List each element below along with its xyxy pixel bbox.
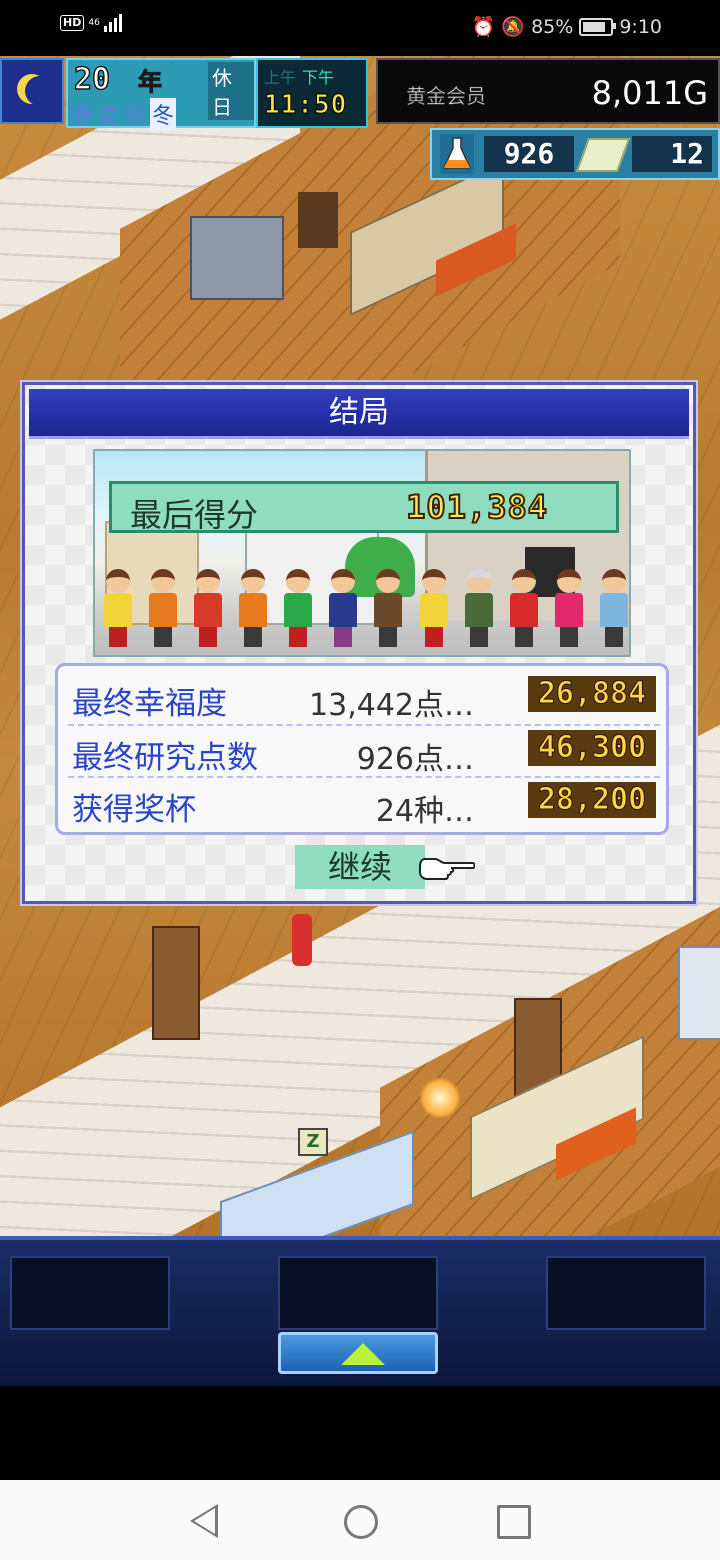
menu-slot-left[interactable] (10, 1256, 170, 1330)
calendar-panel: 20 年 休日 春 夏 秋 冬 (66, 58, 256, 130)
character (597, 569, 629, 649)
final-score-box: 最后得分 101,384 (109, 481, 619, 534)
signal-icon (103, 14, 122, 32)
stat-points: 46,300 (528, 730, 656, 766)
membership-label: 黄金会员 (406, 84, 487, 109)
character (417, 569, 451, 649)
money-amount: 8,011G (591, 74, 708, 112)
stat-value: 13,442点… (309, 688, 474, 723)
year-number: 20 (73, 61, 111, 98)
character (326, 569, 360, 649)
fire-extinguisher-icon (292, 914, 312, 966)
season-autumn: 秋 (124, 104, 147, 129)
menu-slot-right[interactable] (546, 1256, 706, 1330)
pm-indicator: 下午 (302, 68, 335, 87)
desk (298, 192, 338, 248)
bottom-menu-panel (0, 1236, 720, 1386)
lamp-icon (420, 1076, 460, 1120)
season-winter: 冬 (150, 98, 177, 130)
dialog-title: 结局 (29, 389, 689, 439)
character (552, 569, 586, 649)
up-arrow-icon (341, 1343, 385, 1365)
stat-value: 24种… (375, 794, 474, 829)
pointing-hand-icon (419, 858, 475, 880)
research-flask-icon (440, 134, 474, 174)
score-breakdown: 最终幸福度 13,442点… 26,884 最终研究点数 926点… 46,30… (55, 663, 669, 835)
research-points: 926 (484, 136, 574, 172)
character (462, 569, 496, 649)
home-icon[interactable] (344, 1505, 378, 1539)
season-row: 春 夏 秋 冬 (72, 98, 177, 130)
sleep-z-icon: Z (298, 1128, 328, 1156)
system-nav-bar (0, 1480, 720, 1560)
character (507, 569, 541, 649)
character (371, 569, 405, 649)
money-panel: 黄金会员 8,011G (376, 58, 720, 124)
continue-button[interactable]: 继续 (295, 845, 425, 889)
clock: 9:10 (619, 15, 662, 38)
refrigerator (678, 946, 720, 1040)
alarm-icon: ⏰ (471, 16, 496, 38)
stat-label: 最终研究点数 (72, 740, 258, 776)
holiday-badge: 休日 (208, 62, 254, 120)
character (146, 569, 180, 649)
bookshelf (190, 216, 284, 300)
game-time: 11:50 (263, 90, 348, 121)
menu-slot-center[interactable] (278, 1256, 438, 1330)
year-unit: 年 (138, 68, 163, 97)
stat-label: 最终幸福度 (72, 686, 227, 722)
stat-points: 26,884 (528, 676, 656, 712)
character-lineup (101, 569, 629, 649)
stat-row-research: 最终研究点数 926点… 46,300 (68, 724, 660, 777)
game-clock: 上午 下午 11:50 (256, 58, 368, 128)
stat-label: 获得奖杯 (72, 792, 196, 828)
character (191, 569, 225, 649)
night-indicator (0, 58, 64, 124)
character (236, 569, 270, 649)
ticket-count: 12 (632, 136, 712, 172)
stat-points: 28,200 (528, 782, 656, 818)
moon-icon (25, 76, 55, 106)
network-type: 46 (88, 17, 100, 28)
season-spring: 春 (72, 104, 95, 129)
final-score-value: 101,384 (405, 487, 548, 527)
mute-icon: 🔕 (501, 16, 526, 38)
recents-icon[interactable] (497, 1505, 531, 1539)
expand-menu-button[interactable] (278, 1332, 438, 1374)
final-score-label: 最后得分 (130, 496, 259, 534)
battery-percent: 85% (531, 15, 574, 38)
character (281, 569, 315, 649)
hd-badge: HD (60, 15, 85, 31)
season-summer: 夏 (98, 104, 121, 129)
am-indicator: 上午 (264, 68, 297, 87)
door (152, 926, 200, 1040)
battery-icon (579, 17, 617, 36)
stat-row-trophies: 获得奖杯 24种… 28,200 (68, 776, 660, 829)
resource-panel: 926 12 (430, 128, 720, 180)
stat-row-happiness: 最终幸福度 13,442点… 26,884 (68, 672, 660, 723)
stat-value: 926点… (356, 742, 474, 777)
ending-dialog: 结局 最后得分 101,384 最终幸福度 13,442点… 26,884 最终… (22, 382, 696, 904)
ticket-icon (575, 138, 631, 172)
character (101, 569, 135, 649)
ending-banner: 最后得分 101,384 (93, 449, 631, 657)
status-bar: HD 46 ⏰ 🔕 85% 9:10 (0, 0, 720, 56)
back-icon[interactable] (190, 1504, 218, 1538)
